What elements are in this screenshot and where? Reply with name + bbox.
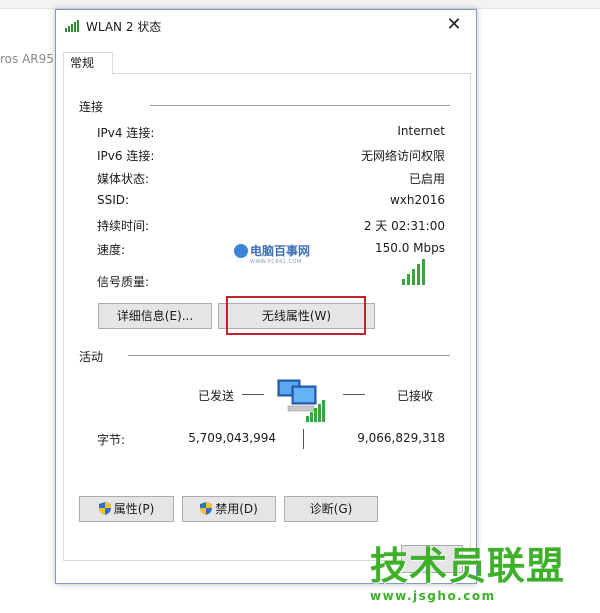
ipv6-value: 无网络访问权限	[360, 149, 445, 163]
media-state-value: 已启用	[408, 172, 445, 186]
general-panel: 连接 IPv4 连接: Internet IPv6 连接: 无网络访问权限 媒体…	[63, 73, 471, 561]
ipv6-label: IPv6 连接:	[97, 149, 155, 163]
wireless-properties-highlight	[226, 296, 366, 335]
network-computers-icon	[277, 379, 325, 422]
received-label: 已接收	[397, 389, 434, 403]
signal-quality-label: 信号质量:	[97, 275, 150, 289]
disable-button[interactable]: 禁用(D)	[182, 496, 276, 522]
jsgho-watermark-text: 技术员联盟	[370, 544, 566, 588]
pc841-watermark-url: WWW.PC841.COM	[250, 259, 302, 265]
connection-section-divider	[150, 105, 450, 106]
pc841-logo-icon	[234, 244, 248, 258]
jsgho-watermark: 技术员联盟 www.jsgho.com	[370, 545, 600, 613]
wlan-status-dialog: WLAN 2 状态 ✕ 常规 连接 IPv4 连接: Internet IPv6…	[55, 9, 477, 584]
duration-label: 持续时间:	[97, 219, 150, 233]
bytes-sent-value: 5,709,043,994	[188, 431, 276, 445]
connection-section-label: 连接	[79, 100, 104, 114]
signal-strength-icon	[402, 259, 432, 285]
bytes-label: 字节:	[97, 433, 126, 447]
media-state-label: 媒体状态:	[97, 172, 150, 186]
activity-section-label: 活动	[79, 350, 104, 364]
tab-general[interactable]: 常规	[63, 52, 113, 74]
ssid-value: wxh2016	[389, 193, 445, 207]
properties-button-label: 属性(P)	[113, 502, 155, 516]
close-button[interactable]: ✕	[432, 10, 476, 40]
sent-connector-line	[242, 394, 264, 395]
background-adapter-name: ros AR95	[0, 52, 54, 66]
duration-value: 2 天 02:31:00	[363, 219, 445, 233]
speed-label: 速度:	[97, 243, 126, 257]
bytes-received-value: 9,066,829,318	[357, 431, 445, 445]
background-header-strip	[0, 0, 600, 8]
speed-value: 150.0 Mbps	[374, 241, 445, 255]
ipv4-label: IPv4 连接:	[97, 126, 155, 140]
ssid-label: SSID:	[97, 193, 130, 207]
details-button[interactable]: 详细信息(E)...	[98, 303, 212, 329]
uac-shield-icon	[98, 502, 111, 515]
ipv4-value: Internet	[397, 124, 445, 138]
received-connector-line	[343, 394, 365, 395]
diagnose-button[interactable]: 诊断(G)	[284, 496, 378, 522]
window-title: WLAN 2 状态	[86, 20, 162, 34]
activity-section-divider	[128, 355, 450, 356]
pc841-watermark: 电脑百事网 WWW.PC841.COM	[234, 242, 310, 265]
title-bar[interactable]: WLAN 2 状态 ✕	[56, 10, 476, 41]
disable-button-label: 禁用(D)	[215, 502, 258, 516]
jsgho-watermark-url: www.jsgho.com	[370, 589, 496, 603]
bytes-divider	[303, 429, 304, 449]
pc841-watermark-text: 电脑百事网	[250, 244, 311, 258]
uac-shield-icon	[200, 502, 213, 515]
wifi-signal-icon	[65, 20, 81, 32]
sent-label: 已发送	[198, 389, 235, 403]
properties-button[interactable]: 属性(P)	[79, 496, 174, 522]
